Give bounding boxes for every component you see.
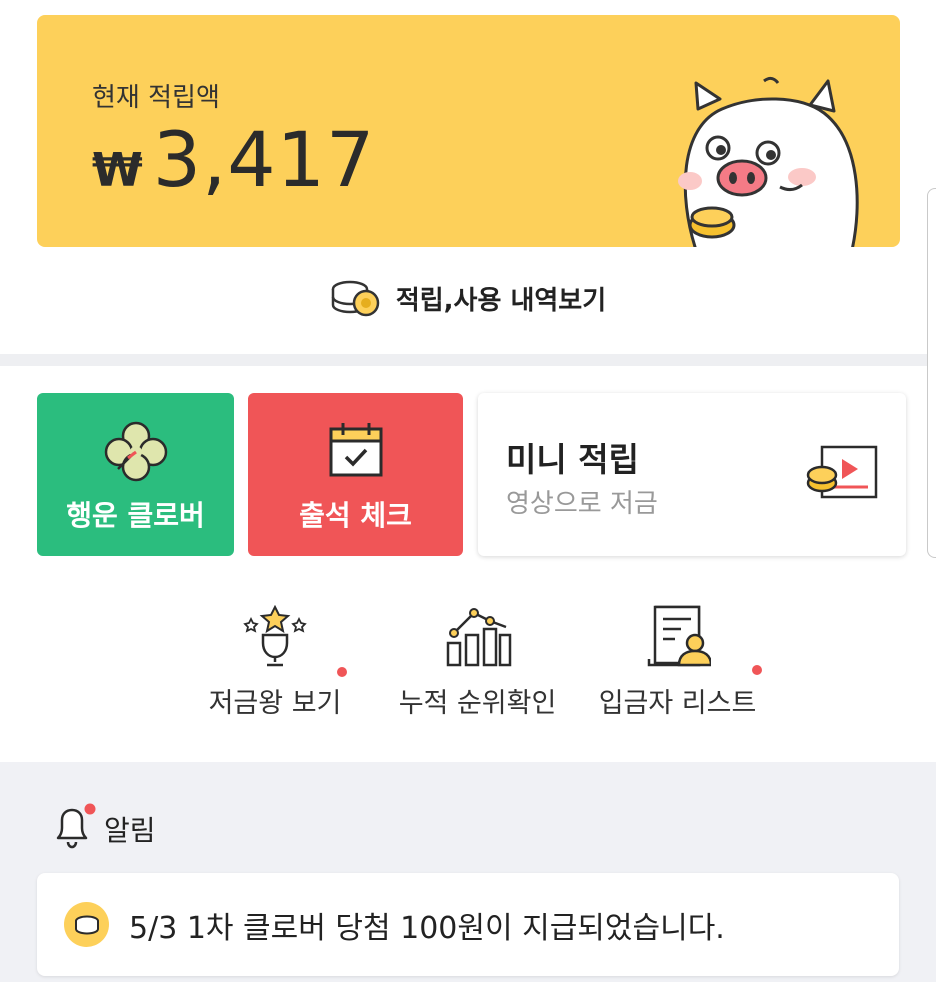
ranking-chart-icon <box>446 608 511 667</box>
savings-king-label: 저금왕 보기 <box>208 688 342 719</box>
side-panel-handle[interactable] <box>927 188 936 558</box>
coins-icon <box>331 280 380 317</box>
coin-icon <box>64 902 109 947</box>
history-link[interactable]: 적립,사용 내역보기 <box>0 270 936 326</box>
lucky-clover-label: 행운 클로버 <box>66 499 205 532</box>
attendance-check-tile[interactable]: 출석 체크 <box>248 393 463 556</box>
depositor-list-icon <box>647 605 711 667</box>
savings-king-shortcut[interactable]: 저금왕 보기 <box>200 605 350 720</box>
section-divider <box>0 354 936 366</box>
calendar-check-icon <box>329 423 382 477</box>
attendance-check-label: 출석 체크 <box>299 499 412 532</box>
history-link-label: 적립,사용 내역보기 <box>395 285 607 316</box>
bell-icon <box>56 803 96 849</box>
pig-mascot-icon <box>678 76 859 247</box>
new-badge-dot <box>752 665 762 675</box>
lucky-clover-tile[interactable]: 행운 클로버 <box>37 393 234 556</box>
trophy-icon <box>243 605 307 667</box>
balance-amount: 3,417 <box>152 115 376 204</box>
cumulative-ranking-label: 누적 순위확인 <box>398 688 557 719</box>
balance-banner: 현재 적립액 ₩ 3,417 <box>37 15 900 247</box>
video-coin-icon <box>806 445 878 499</box>
cumulative-ranking-shortcut[interactable]: 누적 순위확인 <box>390 605 565 720</box>
balance-value: ₩ 3,417 <box>92 115 375 204</box>
notification-section: 알림 5/3 1차 클로버 당첨 100원이 지급되었습니다. <box>0 762 936 982</box>
mini-savings-subtitle: 영상으로 저금 <box>506 489 658 519</box>
mini-savings-tile[interactable]: 미니 적립 영상으로 저금 <box>478 393 906 556</box>
balance-label: 현재 적립액 <box>92 83 220 113</box>
new-badge-dot <box>337 667 347 677</box>
mini-savings-title: 미니 적립 <box>506 440 639 479</box>
depositor-list-shortcut[interactable]: 입금자 리스트 <box>590 605 765 720</box>
currency-symbol: ₩ <box>92 143 143 197</box>
clover-icon <box>104 421 167 482</box>
notification-title: 알림 <box>104 814 156 847</box>
notification-text: 5/3 1차 클로버 당첨 100원이 지급되었습니다. <box>129 910 725 946</box>
depositor-list-label: 입금자 리스트 <box>598 688 757 719</box>
notification-item[interactable]: 5/3 1차 클로버 당첨 100원이 지급되었습니다. <box>37 873 899 976</box>
